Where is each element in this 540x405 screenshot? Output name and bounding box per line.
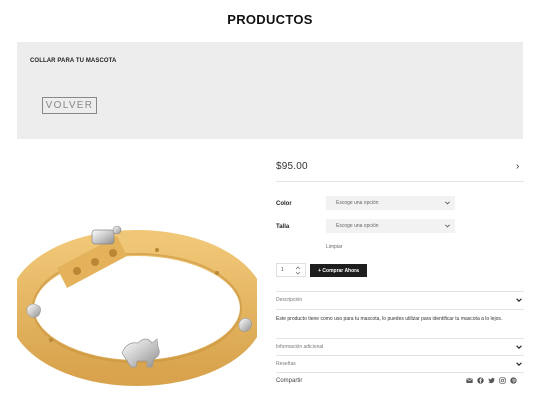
divider (276, 181, 524, 182)
facebook-icon[interactable] (477, 377, 484, 384)
product-banner: COLLAR PARA TU MASCOTA VOLVER (17, 42, 523, 139)
color-select-value: Escoge una opción (336, 200, 379, 206)
color-label: Color (276, 201, 292, 207)
tab-additional-info[interactable]: Información adicional (276, 344, 323, 350)
color-select[interactable]: Escoge una opción (326, 196, 455, 210)
product-price: $95.00 (276, 161, 308, 172)
divider (276, 338, 524, 339)
back-button[interactable]: VOLVER (42, 97, 97, 114)
page-title: PRODUCTOS (227, 12, 313, 27)
share-label: Compartir (276, 378, 303, 384)
divider (276, 291, 524, 292)
chevron-down-icon[interactable] (515, 296, 523, 304)
size-label: Talla (276, 224, 290, 230)
buy-now-button[interactable]: + Comprar Ahora (310, 264, 367, 277)
quantity-stepper[interactable]: 1 (276, 263, 306, 277)
pinterest-icon[interactable] (510, 377, 517, 384)
description-text: Este producto tiene como uso para tu mas… (276, 316, 503, 322)
chevron-down-icon (445, 224, 450, 228)
clear-link[interactable]: Limpiar (326, 244, 342, 250)
quantity-value: 1 (281, 267, 284, 273)
product-image (8, 158, 266, 402)
tab-reviews[interactable]: Reseñas (276, 361, 296, 367)
tab-description[interactable]: Descripción (276, 297, 302, 303)
chevron-down-icon (445, 201, 450, 205)
size-select[interactable]: Escoge una opción (326, 219, 455, 233)
twitter-icon[interactable] (488, 377, 495, 384)
chevron-down-icon[interactable] (515, 360, 523, 368)
next-arrow-icon[interactable]: › (516, 161, 519, 172)
size-select-value: Escoge una opción (336, 223, 379, 229)
instagram-icon[interactable] (499, 377, 506, 384)
email-icon[interactable] (466, 377, 473, 384)
share-icons (466, 377, 517, 384)
divider (276, 355, 524, 356)
product-name: COLLAR PARA TU MASCOTA (30, 58, 117, 64)
chevron-down-icon[interactable] (515, 343, 523, 351)
divider (276, 309, 524, 310)
spinner-arrows-icon[interactable] (295, 265, 301, 276)
divider (276, 372, 524, 373)
